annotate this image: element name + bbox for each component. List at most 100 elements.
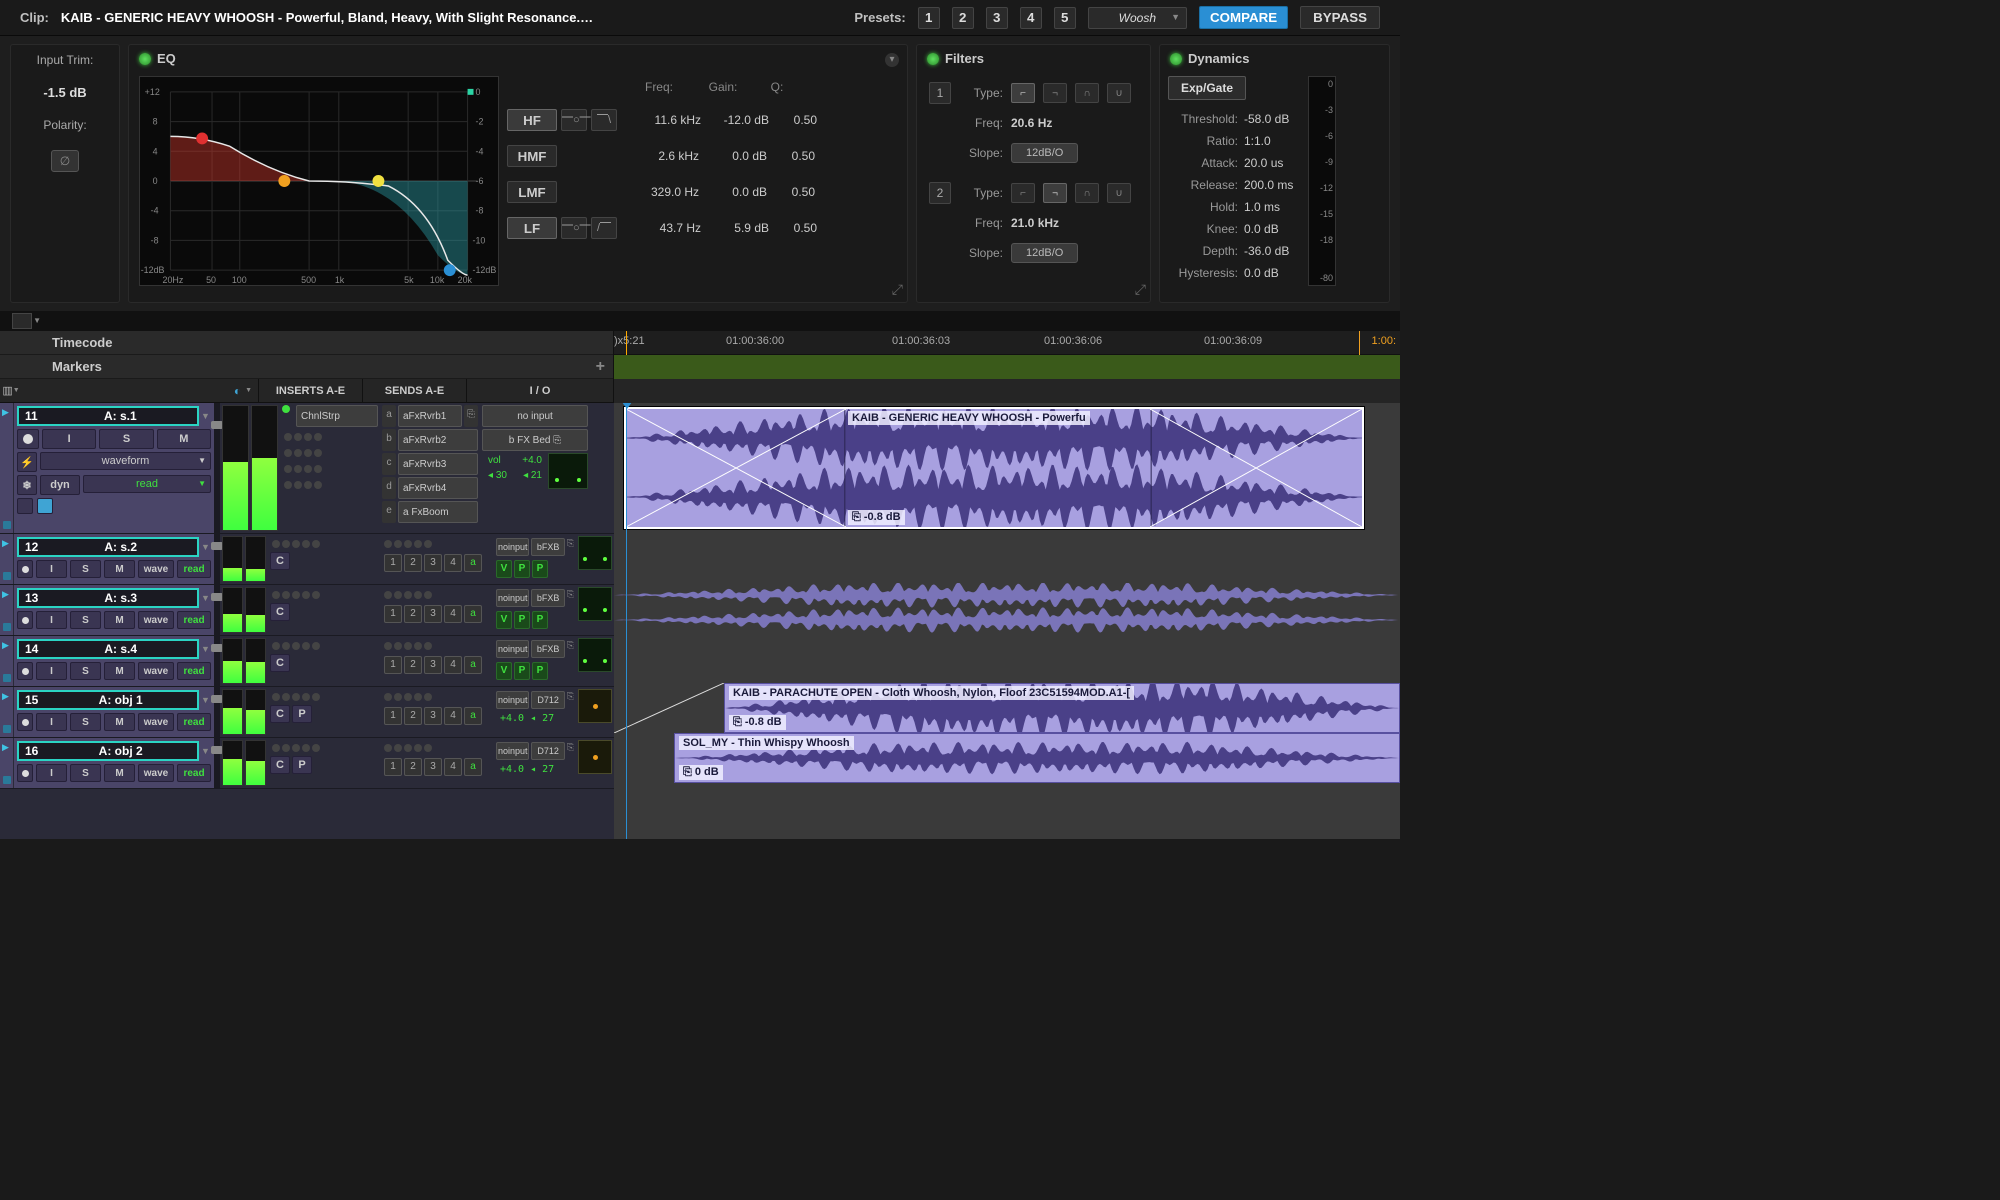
eq-lmf-q[interactable]: 0.50 <box>771 185 815 199</box>
filter1-hpf-icon[interactable]: ⌐ <box>1011 83 1035 103</box>
eq-hf-q[interactable]: 0.50 <box>773 113 817 127</box>
pan-grid[interactable] <box>578 587 612 621</box>
track-view-selector[interactable]: wave <box>138 611 174 629</box>
vol-value[interactable]: +4.0 <box>496 764 528 775</box>
filter2-slope[interactable]: 12dB/O <box>1011 243 1078 263</box>
automation-mode-selector[interactable]: read <box>177 611 211 629</box>
input-monitor-button[interactable]: I <box>36 560 67 578</box>
track-disclosure[interactable]: ▶ <box>0 687 14 737</box>
compare-button[interactable]: COMPARE <box>1199 6 1288 29</box>
eq-lf-freq[interactable]: 43.7 Hz <box>637 221 701 235</box>
send-a-button[interactable]: a <box>464 554 482 572</box>
eq-graph[interactable]: +12840-4-8-12dB 0-2-4-6-8-10-12dB 20Hz50… <box>139 76 499 286</box>
eq-power-icon[interactable] <box>139 53 151 65</box>
send-name[interactable]: a FxBoom <box>398 501 478 523</box>
input-trim-value[interactable]: -1.5 dB <box>43 85 86 100</box>
track-view-selector[interactable]: wave <box>138 560 174 578</box>
p-button[interactable]: P <box>532 611 548 629</box>
send-a-button[interactable]: a <box>464 605 482 623</box>
filter2-num[interactable]: 2 <box>929 182 951 204</box>
pan-grid[interactable] <box>578 638 612 672</box>
mute-button[interactable]: M <box>104 713 135 731</box>
send-num-button[interactable]: 1 <box>384 554 402 572</box>
eq-band-lf[interactable]: LF <box>507 217 557 239</box>
eq-band-hmf[interactable]: HMF <box>507 145 557 167</box>
fade-region[interactable] <box>614 683 724 733</box>
mute-button[interactable]: M <box>157 429 211 449</box>
bypass-button[interactable]: BYPASS <box>1300 6 1380 29</box>
send-num-button[interactable]: 1 <box>384 656 402 674</box>
input-selector[interactable]: no input <box>482 405 588 427</box>
solo-button[interactable]: S <box>99 429 153 449</box>
dyn-attack-value[interactable]: 20.0 us <box>1244 156 1300 170</box>
send-num-button[interactable]: 2 <box>404 554 422 572</box>
track-header[interactable]: 14A: s.4▼ISMwaveread <box>14 636 214 686</box>
p-button[interactable]: P <box>514 560 530 578</box>
filter1-num[interactable]: 1 <box>929 82 951 104</box>
preset-5[interactable]: 5 <box>1054 7 1076 29</box>
send-a-button[interactable]: a <box>464 656 482 674</box>
track-header[interactable]: 11A: s.1 ▼ I S M ⚡ waveform▼ ❄ dyn read▼ <box>14 403 214 533</box>
send-num-button[interactable]: 2 <box>404 605 422 623</box>
elastic-audio-button[interactable]: ⚡ <box>17 452 37 472</box>
vol-value[interactable]: +4.0 <box>522 455 542 466</box>
track-disclosure[interactable]: ▶ <box>0 403 14 533</box>
input-monitor-button[interactable]: I <box>36 713 67 731</box>
eq-lf-gain[interactable]: 5.9 dB <box>705 221 769 235</box>
dynamics-power-icon[interactable] <box>1170 53 1182 65</box>
track-name[interactable]: 13A: s.3 <box>17 588 199 608</box>
pan-grid[interactable] <box>578 536 612 570</box>
eq-hmf-q[interactable]: 0.50 <box>771 149 815 163</box>
track-name[interactable]: 11A: s.1 <box>17 406 199 426</box>
audio-clip[interactable]: KAIB - GENERIC HEAVY WHOOSH - Powerfu ⎘ … <box>624 407 1364 529</box>
preset-3[interactable]: 3 <box>986 7 1008 29</box>
record-enable-button[interactable] <box>17 764 33 782</box>
input-monitor-button[interactable]: I <box>42 429 96 449</box>
input-selector[interactable]: noinput <box>496 538 529 556</box>
v-button[interactable]: V <box>496 662 512 680</box>
filter2-hpf-icon[interactable]: ⌐ <box>1011 183 1035 203</box>
markers-ruler-label[interactable]: Markers <box>52 359 102 374</box>
record-enable-button[interactable] <box>17 560 33 578</box>
track-name[interactable]: 14A: s.4 <box>17 639 199 659</box>
eq-hmf-freq[interactable]: 2.6 kHz <box>635 149 699 163</box>
solo-button[interactable]: S <box>70 611 101 629</box>
send-num-button[interactable]: 2 <box>404 656 422 674</box>
eq-hf-bell-icon[interactable]: ⎺\ <box>591 109 617 131</box>
chevron-down-icon[interactable]: ▼ <box>245 387 252 394</box>
send-slot[interactable]: daFxRvrb4 <box>382 477 478 499</box>
track-header[interactable]: 13A: s.3▼ISMwaveread <box>14 585 214 635</box>
mute-button[interactable]: M <box>104 560 135 578</box>
track-view-selector[interactable]: wave <box>138 662 174 680</box>
insert-c-button[interactable]: C <box>270 603 290 621</box>
solo-button[interactable]: S <box>70 713 101 731</box>
preset-2[interactable]: 2 <box>952 7 974 29</box>
track-name[interactable]: 12A: s.2 <box>17 537 199 557</box>
eq-lf-q[interactable]: 0.50 <box>773 221 817 235</box>
send-num-button[interactable]: 4 <box>444 656 462 674</box>
track-view-selector[interactable]: wave <box>138 764 174 782</box>
timecode-ruler-label[interactable]: Timecode <box>52 335 112 350</box>
send-num-button[interactable]: 3 <box>424 707 442 725</box>
edit-cursor-icon[interactable] <box>1359 331 1360 355</box>
send-num-button[interactable]: 3 <box>424 758 442 776</box>
freeze-button[interactable]: ❄ <box>17 475 37 495</box>
insert-c-button[interactable]: C <box>270 552 290 570</box>
automation-mode-selector[interactable]: read▼ <box>83 475 211 493</box>
volume-fader[interactable] <box>214 403 220 533</box>
timebase-icon[interactable] <box>37 498 53 514</box>
track-disclosure[interactable]: ▶ <box>0 738 14 788</box>
pan-value[interactable]: ◂ 27 <box>530 713 554 724</box>
send-num-button[interactable]: 4 <box>444 554 462 572</box>
insert-slot[interactable]: ChnlStrp <box>282 405 378 427</box>
send-num-button[interactable]: 2 <box>404 758 422 776</box>
io-column-header[interactable]: I / O <box>466 379 613 402</box>
add-marker-icon[interactable]: + <box>596 358 605 376</box>
filter1-notch-icon[interactable]: ∪ <box>1107 83 1131 103</box>
send-num-button[interactable]: 4 <box>444 605 462 623</box>
filter2-notch-icon[interactable]: ∪ <box>1107 183 1131 203</box>
insert-c-button[interactable]: C <box>270 654 290 672</box>
dyn-hold-value[interactable]: 1.0 ms <box>1244 200 1300 214</box>
volume-fader[interactable] <box>214 585 220 635</box>
send-name[interactable]: aFxRvrb3 <box>398 453 478 475</box>
